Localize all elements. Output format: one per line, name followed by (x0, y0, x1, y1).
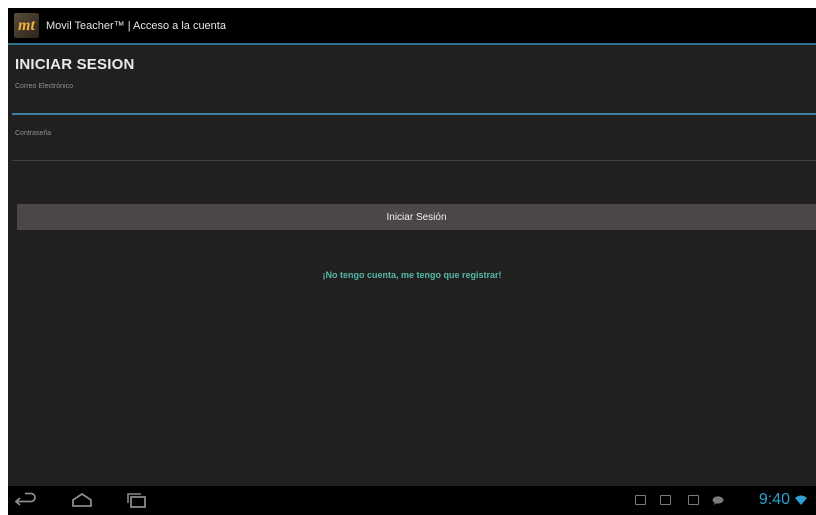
system-navigation-bar: 9:40 (8, 486, 816, 515)
app-screen: mt Movil Teacher™ | Acceso a la cuenta I… (8, 8, 816, 515)
app-logo-icon[interactable]: mt (14, 13, 39, 38)
password-label: Contraseña (15, 130, 52, 137)
app-title: Movil Teacher™ | Acceso a la cuenta (46, 19, 226, 32)
back-icon[interactable] (15, 492, 37, 508)
gallery-icon[interactable] (635, 495, 646, 505)
clock: 9:40 (758, 491, 790, 508)
chat-icon[interactable] (712, 496, 724, 505)
register-link[interactable]: ¡No tengo cuenta, me tengo que registrar… (8, 270, 816, 280)
mail-icon[interactable] (660, 495, 671, 505)
page-title: INICIAR SESION (15, 56, 135, 73)
wifi-icon (795, 495, 807, 505)
recents-icon[interactable] (126, 492, 148, 508)
home-icon[interactable] (71, 492, 93, 508)
email-field[interactable] (12, 94, 816, 112)
email-label: Correo Electrónico (15, 83, 73, 90)
login-button[interactable]: Iniciar Sesión (17, 204, 816, 230)
email-underline (12, 113, 816, 115)
password-underline (12, 160, 816, 161)
briefcase-icon[interactable] (688, 495, 699, 505)
action-bar: mt Movil Teacher™ | Acceso a la cuenta (8, 8, 816, 45)
password-field[interactable] (12, 141, 816, 159)
